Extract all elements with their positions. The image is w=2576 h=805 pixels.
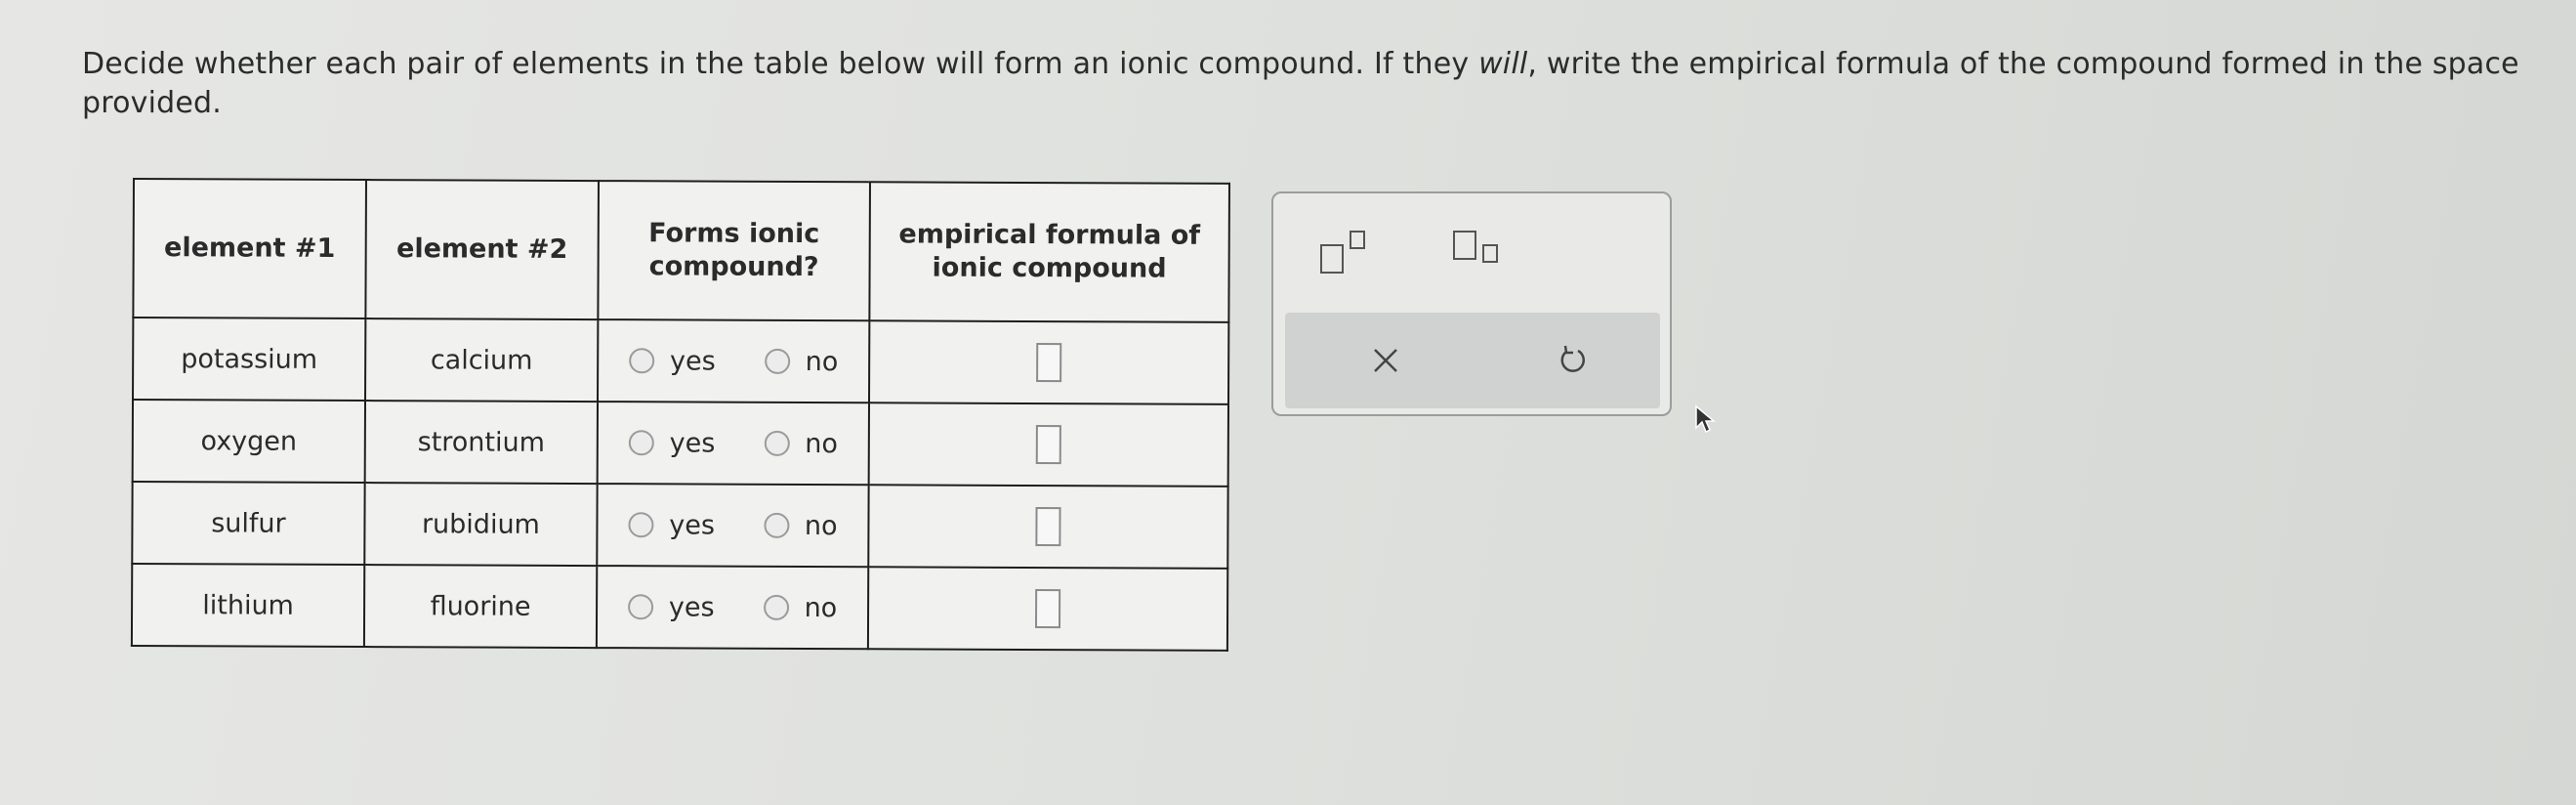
yes-option[interactable]: yes <box>628 427 716 459</box>
no-radio[interactable] <box>763 512 790 538</box>
yes-label: yes <box>669 427 716 459</box>
no-radio[interactable] <box>764 348 790 374</box>
formula-cell <box>868 402 1228 487</box>
no-option[interactable]: no <box>763 592 838 623</box>
header-forms-line1: Forms ionic <box>648 218 820 250</box>
superscript-button[interactable] <box>1316 231 1375 277</box>
forms-ionic-cell: yes no <box>597 402 870 486</box>
question-instructions: Decide whether each pair of elements in … <box>82 45 2562 123</box>
element-2-cell: calcium <box>365 318 599 402</box>
formula-input[interactable] <box>1035 507 1061 547</box>
table-row: potassium calcium yes no <box>133 318 1229 404</box>
no-radio[interactable] <box>763 594 789 620</box>
instructions-text-1: Decide whether each pair of elements in … <box>82 47 1479 81</box>
header-element-1: element #1 <box>133 179 366 319</box>
formula-input[interactable] <box>1035 425 1061 465</box>
clear-button[interactable] <box>1359 334 1412 387</box>
tool-action-bar <box>1285 313 1660 408</box>
header-forms-ionic: Forms ionic compound? <box>598 181 870 321</box>
header-formula-line1: empirical formula of <box>898 219 1201 251</box>
x-icon <box>1374 349 1397 372</box>
no-label: no <box>804 510 838 541</box>
element-1-cell: lithium <box>131 564 365 648</box>
table-header-row: element #1 element #2 Forms ionic compou… <box>133 179 1229 322</box>
element-2-cell: rubidium <box>364 483 598 567</box>
forms-ionic-cell: yes no <box>598 319 870 403</box>
elements-table: element #1 element #2 Forms ionic compou… <box>130 178 1230 652</box>
yes-option[interactable]: yes <box>628 510 715 540</box>
no-option[interactable]: no <box>763 510 838 541</box>
mouse-cursor-icon <box>1695 404 1717 434</box>
element-2-cell: fluorine <box>363 565 598 649</box>
yes-label: yes <box>669 509 716 541</box>
no-label: no <box>804 592 838 623</box>
yes-label: yes <box>669 345 716 377</box>
element-2-cell: strontium <box>364 401 599 485</box>
formula-input[interactable] <box>1034 589 1061 629</box>
no-option[interactable]: no <box>764 346 839 377</box>
table-row: oxygen strontium yes no <box>132 400 1228 487</box>
formula-cell <box>867 567 1228 651</box>
yes-option[interactable]: yes <box>627 591 715 623</box>
undo-button[interactable] <box>1547 334 1600 387</box>
yes-option[interactable]: yes <box>628 345 716 377</box>
element-1-cell: sulfur <box>132 482 365 566</box>
yes-radio[interactable] <box>628 348 655 374</box>
header-empirical-formula: empirical formula of ionic compound <box>869 182 1229 322</box>
no-option[interactable]: no <box>764 428 839 459</box>
header-formula-line2: ionic compound <box>932 252 1167 284</box>
forms-ionic-radio-group: yes no <box>599 428 868 459</box>
forms-ionic-radio-group: yes no <box>599 346 868 377</box>
forms-ionic-cell: yes no <box>596 566 869 650</box>
instructions-emphasis: will <box>1478 47 1528 81</box>
undo-icon <box>1560 345 1585 372</box>
header-element-2: element #2 <box>365 180 599 320</box>
formula-cell <box>868 485 1228 569</box>
table-row: lithium fluorine yes no <box>131 564 1228 651</box>
yes-label: yes <box>668 591 715 623</box>
subscript-button[interactable] <box>1449 231 1508 277</box>
yes-radio[interactable] <box>628 512 654 538</box>
forms-ionic-cell: yes no <box>597 484 869 568</box>
yes-radio[interactable] <box>628 430 654 456</box>
table-row: sulfur rubidium yes no <box>132 482 1228 569</box>
yes-radio[interactable] <box>627 594 653 620</box>
formula-tool-panel <box>1271 191 1672 416</box>
formula-input[interactable] <box>1036 343 1062 383</box>
element-1-cell: oxygen <box>132 400 366 484</box>
formula-cell <box>869 320 1229 404</box>
no-label: no <box>805 428 839 459</box>
no-label: no <box>805 346 839 377</box>
element-1-cell: potassium <box>133 318 366 402</box>
header-forms-line2: compound? <box>648 251 819 283</box>
no-radio[interactable] <box>764 430 790 456</box>
forms-ionic-radio-group: yes no <box>598 510 867 541</box>
forms-ionic-radio-group: yes no <box>598 592 867 623</box>
